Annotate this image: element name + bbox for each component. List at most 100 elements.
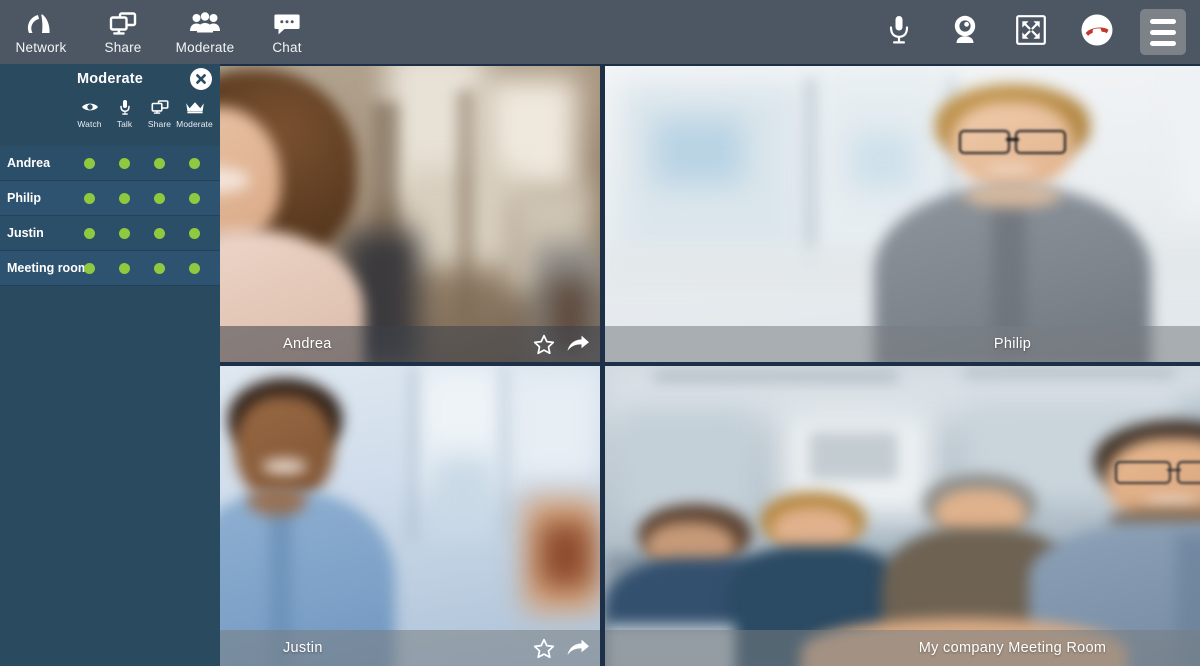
crown-icon bbox=[185, 98, 205, 116]
forward-arrow-icon[interactable] bbox=[566, 638, 590, 658]
status-dot-on bbox=[84, 157, 95, 169]
toggle-watch[interactable] bbox=[72, 157, 107, 169]
video-feed-justin bbox=[220, 366, 600, 666]
toggle-share[interactable] bbox=[142, 262, 177, 274]
status-dot-on bbox=[84, 262, 95, 274]
toolbar-button-network[interactable]: Network bbox=[0, 0, 82, 64]
status-dot-on bbox=[119, 227, 130, 239]
camera-button[interactable] bbox=[942, 9, 988, 55]
column-header-talk: Talk bbox=[107, 98, 142, 129]
video-feed-meeting-room bbox=[605, 366, 1200, 666]
toolbar-button-moderate-label: Moderate bbox=[175, 40, 235, 55]
toolbar-button-moderate[interactable]: Moderate bbox=[164, 0, 246, 64]
video-conference-app: Network Share Moderate Chat Moderate Wat… bbox=[0, 0, 1200, 666]
moderate-panel-header: Moderate bbox=[0, 64, 220, 94]
participant-row-philip[interactable]: Philip bbox=[0, 181, 220, 216]
video-feed-andrea bbox=[220, 66, 600, 362]
star-outline-icon[interactable] bbox=[533, 638, 555, 659]
toggle-talk[interactable] bbox=[107, 227, 142, 239]
toolbar-left-group: Network Share Moderate Chat bbox=[0, 0, 328, 64]
participant-name: Philip bbox=[7, 191, 42, 205]
status-dot-on bbox=[154, 262, 165, 274]
toggle-watch[interactable] bbox=[72, 227, 107, 239]
moderate-panel: Moderate Watch Talk Share Moderate Andre… bbox=[0, 64, 220, 666]
status-dot-on bbox=[154, 192, 165, 204]
toolbar-button-share[interactable]: Share bbox=[82, 0, 164, 64]
column-header-share-label: Share bbox=[147, 119, 172, 129]
tile-actions-andrea bbox=[533, 326, 590, 362]
tile-name-label: My company Meeting Room bbox=[918, 640, 1107, 656]
toggle-share[interactable] bbox=[142, 157, 177, 169]
status-dot-on bbox=[189, 227, 200, 239]
microphone-button[interactable] bbox=[876, 9, 922, 55]
video-grid: Andrea Philip Justin My company Meeting … bbox=[220, 64, 1200, 666]
toggle-moderate[interactable] bbox=[177, 262, 212, 274]
toggle-talk[interactable] bbox=[107, 262, 142, 274]
screen-share-icon bbox=[150, 98, 169, 116]
video-tile-andrea[interactable]: Andrea bbox=[220, 66, 600, 362]
toolbar-button-chat-label: Chat bbox=[272, 40, 302, 55]
column-header-talk-label: Talk bbox=[116, 119, 133, 129]
toggle-moderate[interactable] bbox=[177, 227, 212, 239]
participant-row-meeting-room[interactable]: Meeting room bbox=[0, 251, 220, 286]
tile-name-label: Andrea bbox=[283, 336, 332, 352]
participant-name: Meeting room bbox=[7, 261, 89, 275]
toggle-watch[interactable] bbox=[72, 262, 107, 274]
status-dot-on bbox=[189, 157, 200, 169]
moderate-column-headers: Watch Talk Share Moderate bbox=[0, 94, 220, 146]
microphone-icon bbox=[119, 98, 131, 116]
status-dot-on bbox=[119, 157, 130, 169]
participant-list: Andrea Philip Justin Meeting room bbox=[0, 146, 220, 286]
status-dot-on bbox=[119, 262, 130, 274]
toolbar-right-group bbox=[876, 0, 1192, 64]
toolbar-button-chat[interactable]: Chat bbox=[246, 0, 328, 64]
tile-name-label: Philip bbox=[993, 336, 1032, 352]
moderate-panel-title: Moderate bbox=[76, 71, 144, 87]
participant-row-andrea[interactable]: Andrea bbox=[0, 146, 220, 181]
hangup-phone-icon bbox=[1076, 9, 1118, 56]
toolbar-button-network-label: Network bbox=[15, 40, 67, 55]
toggle-watch[interactable] bbox=[72, 192, 107, 204]
close-icon[interactable] bbox=[190, 68, 212, 90]
hamburger-line bbox=[1150, 18, 1176, 24]
toggle-moderate[interactable] bbox=[177, 192, 212, 204]
column-header-watch-label: Watch bbox=[77, 119, 102, 129]
status-dot-on bbox=[189, 192, 200, 204]
hangup-button[interactable] bbox=[1074, 9, 1120, 55]
chat-bubble-icon bbox=[272, 9, 302, 39]
screen-share-icon bbox=[108, 9, 138, 39]
hamburger-line bbox=[1150, 29, 1176, 35]
hamburger-menu-icon[interactable] bbox=[1140, 9, 1186, 55]
forward-arrow-icon[interactable] bbox=[566, 334, 590, 354]
star-outline-icon[interactable] bbox=[533, 334, 555, 355]
tile-namebar-meeting-room: My company Meeting Room bbox=[605, 630, 1200, 666]
participant-row-justin[interactable]: Justin bbox=[0, 216, 220, 251]
toggle-share[interactable] bbox=[142, 192, 177, 204]
toggle-talk[interactable] bbox=[107, 157, 142, 169]
fullscreen-button[interactable] bbox=[1008, 9, 1054, 55]
status-dot-on bbox=[154, 227, 165, 239]
webcam-icon bbox=[948, 13, 982, 52]
eye-icon bbox=[81, 98, 99, 116]
participant-name: Andrea bbox=[7, 156, 51, 170]
video-tile-justin[interactable]: Justin bbox=[220, 366, 600, 666]
status-dot-on bbox=[189, 262, 200, 274]
network-gauge-icon bbox=[26, 9, 56, 39]
video-tile-philip[interactable]: Philip bbox=[605, 66, 1200, 362]
toggle-moderate[interactable] bbox=[177, 157, 212, 169]
column-header-watch: Watch bbox=[72, 98, 107, 129]
column-header-moderate-label: Moderate bbox=[176, 119, 213, 129]
toggle-talk[interactable] bbox=[107, 192, 142, 204]
status-dot-on bbox=[154, 157, 165, 169]
status-dot-on bbox=[84, 192, 95, 204]
status-dot-on bbox=[119, 192, 130, 204]
column-header-share: Share bbox=[142, 98, 177, 129]
toolbar-button-share-label: Share bbox=[104, 40, 142, 55]
top-toolbar: Network Share Moderate Chat bbox=[0, 0, 1200, 64]
column-header-moderate: Moderate bbox=[176, 98, 213, 129]
microphone-icon bbox=[884, 13, 914, 52]
toggle-share[interactable] bbox=[142, 227, 177, 239]
participant-name: Justin bbox=[7, 226, 44, 240]
hamburger-line bbox=[1150, 40, 1176, 46]
video-tile-meeting-room[interactable]: My company Meeting Room bbox=[605, 366, 1200, 666]
